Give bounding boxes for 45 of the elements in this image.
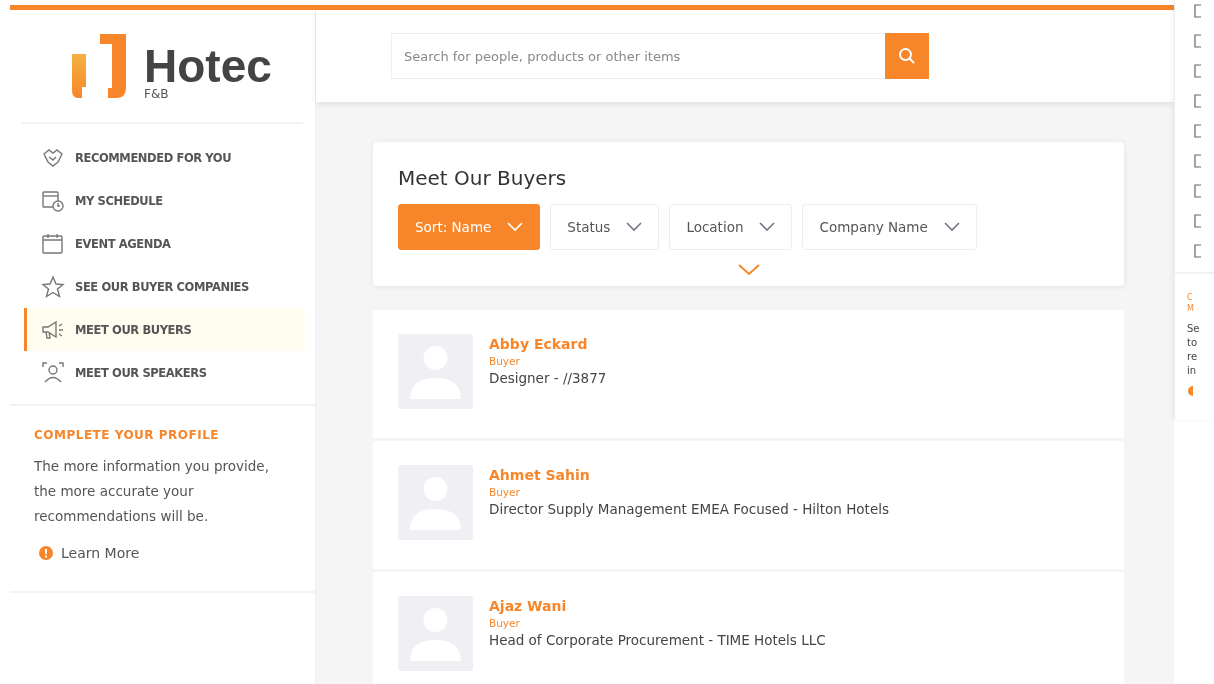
profile-description: The more information you provide, the more accurate your recommendations will be. [34,457,270,526]
chevron-down-icon [507,222,524,232]
buyer-position: Head of Corporate Procurement - TIME Hotels LLC [489,632,826,648]
panel-heading-fragment: M [1187,303,1195,314]
nav-item[interactable]: MEET OUR SPEAKERS [24,351,305,394]
nav-item[interactable]: SEE OUR BUYER COMPANIES [24,265,305,308]
nav-item[interactable]: MEET OUR BUYERS [24,308,305,351]
buyer-card[interactable]: Ahmet Sahin Buyer Director Supply Management EMEA Focused - Hilton Hotels [373,441,1124,569]
panel-text-fragment: re [1187,350,1199,364]
learn-more-link[interactable]: Learn More [61,545,140,561]
buyer-position: Designer - //3877 [489,370,607,386]
filter-dropdown[interactable]: Company Name [802,204,977,250]
page-title: Meet Our Buyers [398,166,568,190]
star-icon [41,274,65,299]
info-icon [39,546,53,560]
buyer-role: Buyer [489,486,521,498]
calendar-clock-icon [41,188,65,213]
panel-text-fragment: Se [1187,322,1201,336]
logo-subtitle: F&B [144,88,170,100]
logo-name: Hotec [144,44,272,88]
chevron-down-icon [943,222,960,232]
buyer-card[interactable]: Abby Eckard Buyer Designer - //3877 [373,310,1124,438]
panel-text-fragment: to [1187,336,1199,350]
filter-dropdown[interactable]: Status [550,204,660,250]
search-button[interactable] [885,33,929,79]
buyer-role: Buyer [489,355,521,367]
person-icon [41,360,65,385]
info-icon [1187,386,1193,396]
chevron-down-icon [759,222,776,232]
logo-icon [70,32,128,100]
panel-heading-fragment: C [1187,292,1194,303]
profile-heading: COMPLETE YOUR PROFILE [34,428,220,442]
buyer-card[interactable]: Ajaz Wani Buyer Head of Corporate Procurement - TIME Hotels LLC [373,572,1124,684]
expand-chevron-icon[interactable] [737,264,760,276]
panel-text-fragment: in [1187,364,1198,378]
search-icon [898,47,916,65]
filter-dropdown[interactable]: Location [669,204,793,250]
calendar-icon [41,231,65,256]
buyer-position: Director Supply Management EMEA Focused - Hilton Hotels [489,501,889,517]
search-field[interactable]: Search for people, products or other items [391,33,885,79]
nav-item[interactable]: EVENT AGENDA [24,222,305,265]
buyer-role: Buyer [489,617,521,629]
chevron-down-icon [626,222,643,232]
nav-item[interactable]: RECOMMENDED FOR YOU [24,136,305,179]
nav-item[interactable]: MY SCHEDULE [24,179,305,222]
